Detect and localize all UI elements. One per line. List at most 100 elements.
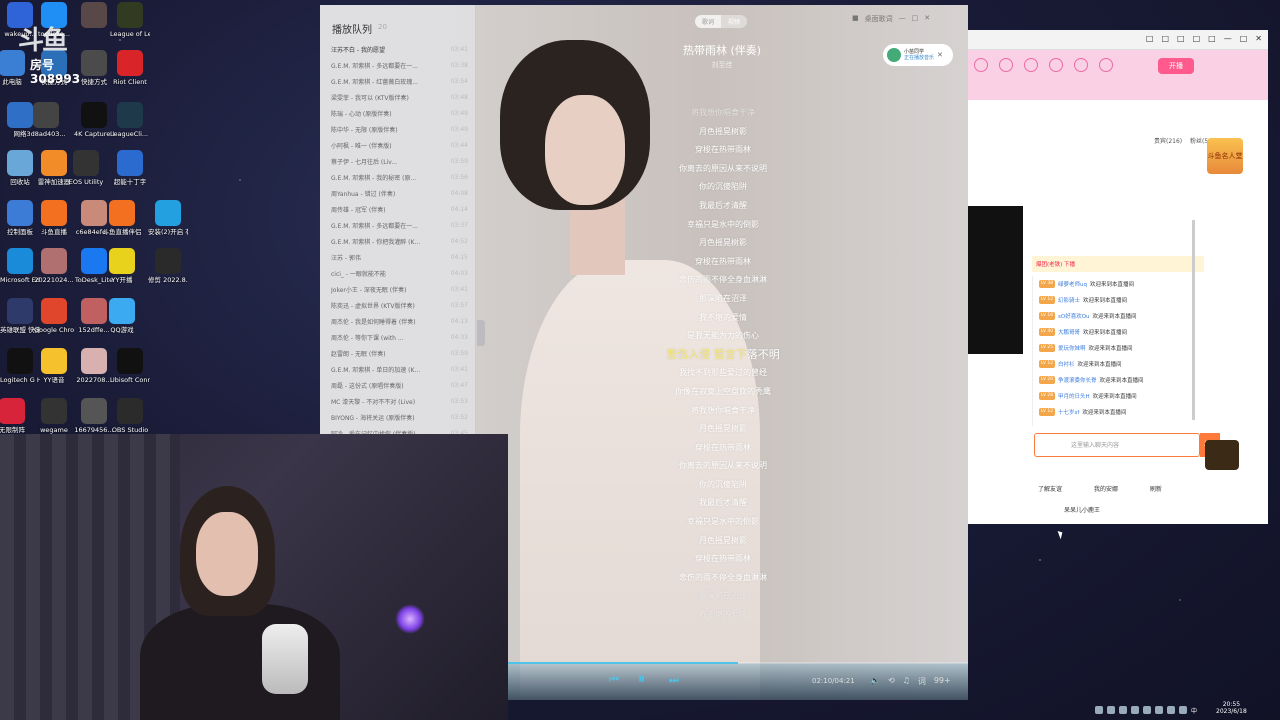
- browser-window-button[interactable]: □: [1161, 34, 1169, 43]
- queue-item[interactable]: G.E.M. 邓紫棋 - 多远都要在一... 03:38: [320, 57, 476, 73]
- desktop-shortcut[interactable]: Google Chrome: [34, 298, 74, 334]
- chat-input[interactable]: 这里输入聊天内容: [1034, 433, 1200, 457]
- chat-scrollbar[interactable]: [1192, 220, 1195, 420]
- desktop-shortcut[interactable]: 2022708...: [74, 348, 114, 384]
- friend-name[interactable]: 呆呆儿小鹿王: [1064, 505, 1198, 514]
- desktop-shortcut[interactable]: wegame: [34, 398, 74, 434]
- maximize-button[interactable]: □: [912, 14, 919, 24]
- chat-username[interactable]: 大鹏哥哥: [1058, 328, 1080, 336]
- queue-item[interactable]: BIYONG - 海将关运 (原版伴奏) 03:52: [320, 409, 476, 425]
- progress-bar[interactable]: [508, 662, 968, 664]
- desktop-shortcut[interactable]: League of Legends...: [110, 2, 150, 38]
- category-icon[interactable]: [999, 58, 1013, 72]
- browser-window-button[interactable]: □: [1208, 34, 1216, 43]
- browser-window-button[interactable]: □: [1193, 34, 1201, 43]
- desktop-shortcut[interactable]: 超能十丁字: [110, 150, 150, 186]
- desktop-shortcut[interactable]: [74, 2, 114, 30]
- chat-username[interactable]: 争渡滚委你长脊: [1058, 376, 1097, 384]
- queue-item[interactable]: 周Yanhua - 错过 (伴奏) 04:08: [320, 185, 476, 201]
- queue-item[interactable]: Joker小王 - 深夜无眠 (伴奏) 03:41: [320, 281, 476, 297]
- chat-username[interactable]: 十七岁sf: [1058, 408, 1079, 416]
- queue-item[interactable]: 周传雄 - 冠军 (伴奏) 04:14: [320, 201, 476, 217]
- refresh-button[interactable]: 刷新: [1150, 486, 1162, 493]
- queue-item[interactable]: 陈中华 - 无限 (原版伴奏) 03:49: [320, 121, 476, 137]
- queue-item[interactable]: 周磊 - 这份式 (原唱伴奏版) 03:47: [320, 377, 476, 393]
- desktop-shortcut[interactable]: Ubisoft Connect: [110, 348, 150, 384]
- desktop-shortcut[interactable]: YY语音: [34, 348, 74, 384]
- queue-item[interactable]: 周杰伦 - 我是如何睡得着 (伴奏) 04:13: [320, 313, 476, 329]
- desktop-shortcut[interactable]: 20221024...: [34, 248, 74, 284]
- minimize-button[interactable]: —: [899, 14, 906, 24]
- wifi-icon[interactable]: [1095, 706, 1103, 714]
- desktop-shortcut[interactable]: 斗鱼直播伴侣: [102, 200, 142, 236]
- app-tray-icon[interactable]: [1143, 706, 1151, 714]
- next-icon[interactable]: ⏭: [669, 673, 679, 687]
- desktop-shortcut[interactable]: 4K Capture Utility: [74, 102, 114, 138]
- skin-icon[interactable]: ■: [852, 14, 859, 24]
- chat-username[interactable]: 幻影骑士: [1058, 296, 1080, 304]
- queue-item[interactable]: 蔡子伊 - 七月往后 (Liv... 03:59: [320, 153, 476, 169]
- desktop-lyrics-button[interactable]: 桌面歌词: [865, 14, 893, 24]
- desktop-shortcut[interactable]: 无限制阵: [0, 398, 32, 434]
- chat-username[interactable]: 绿萝老师uq: [1058, 280, 1087, 288]
- chat-username[interactable]: 爱玩你妹啊: [1058, 344, 1086, 352]
- desktop-shortcut[interactable]: 斗鱼直播: [34, 200, 74, 236]
- app-tray-icon[interactable]: [1119, 706, 1127, 714]
- toast-status[interactable]: 正在播放音乐: [904, 55, 934, 61]
- desktop-shortcut[interactable]: EOS Utility: [66, 150, 106, 186]
- system-clock[interactable]: 20:55 2023/6/18: [1216, 701, 1247, 715]
- queue-item[interactable]: 汪苏 - 郭伟 04:15: [320, 249, 476, 265]
- queue-item[interactable]: 小阿枫 - 唯一 (伴奏版) 03:44: [320, 137, 476, 153]
- collapse-queue-handle[interactable]: [477, 320, 485, 346]
- hall-of-fame-badge[interactable]: 斗鱼名人堂: [1207, 138, 1243, 174]
- douyu-mascot-icon[interactable]: [1205, 440, 1239, 470]
- desktop-shortcut[interactable]: 16679456...: [74, 398, 114, 434]
- browser-window-button[interactable]: —: [1224, 34, 1232, 43]
- home-icon[interactable]: [974, 58, 988, 72]
- message-icon[interactable]: [1074, 58, 1088, 72]
- app-tray-icon[interactable]: [1131, 706, 1139, 714]
- tab-video[interactable]: 视频: [721, 15, 748, 28]
- playlist-count-button[interactable]: 99+: [934, 676, 951, 687]
- queue-item[interactable]: 周杰伦 - 等你下课 (with ... 04:33: [320, 329, 476, 345]
- chat-username[interactable]: sO好喜欢Ou: [1058, 312, 1090, 320]
- history-icon[interactable]: [1099, 58, 1113, 72]
- lyrics-toggle-button[interactable]: 词: [918, 676, 926, 687]
- desktop-shortcut[interactable]: LeagueCli... - 快捷方式: [110, 102, 150, 138]
- desktop-shortcut[interactable]: 3d8ad403...: [26, 102, 66, 138]
- start-stream-button[interactable]: 开播: [1158, 58, 1194, 74]
- follow-icon[interactable]: [1024, 58, 1038, 72]
- close-icon[interactable]: ✕: [937, 51, 943, 59]
- tab-lyrics[interactable]: 歌词: [695, 15, 722, 28]
- loop-icon[interactable]: ⟲: [888, 676, 895, 687]
- desktop-shortcut[interactable]: YY开播: [102, 248, 142, 284]
- download-icon[interactable]: [1049, 58, 1063, 72]
- queue-item[interactable]: 赵雷朗 - 无眠 (伴奏) 03:59: [320, 345, 476, 361]
- queue-item[interactable]: 汪苏不白 - 我的愿望 03:41: [320, 41, 476, 57]
- app-tray-icon[interactable]: [1179, 706, 1187, 714]
- chat-username[interactable]: 甲月的日头H: [1058, 392, 1090, 400]
- browser-window-button[interactable]: ✕: [1255, 34, 1262, 43]
- queue-item[interactable]: cici_ - 一眼就能不能 04:03: [320, 265, 476, 281]
- song-artist[interactable]: 刘至佳: [580, 60, 864, 70]
- queue-item[interactable]: G.E.M. 邓紫棋 - 红蔷薇白玫瑰... 03:54: [320, 73, 476, 89]
- queue-item[interactable]: G.E.M. 邓紫棋 - 你把我灌醉 (K... 04:52: [320, 233, 476, 249]
- volume-tray-icon[interactable]: [1107, 706, 1115, 714]
- queue-item[interactable]: 陈瑞 - 心动 (原版伴奏) 03:49: [320, 105, 476, 121]
- browser-window-button[interactable]: □: [1146, 34, 1154, 43]
- queue-item[interactable]: MC 漆天黎 - 不对不不对 (Live) 03:53: [320, 393, 476, 409]
- chat-username[interactable]: 白衬衫: [1058, 360, 1075, 368]
- queue-item[interactable]: G.E.M. 邓紫棋 - 单日的加速 (K... 03:41: [320, 361, 476, 377]
- desktop-shortcut[interactable]: OBS Studio: [110, 398, 150, 434]
- browser-window-button[interactable]: □: [1240, 34, 1248, 43]
- desktop-shortcut[interactable]: 安装(2)开启 有效通道网: [148, 200, 188, 236]
- app-tray-icon[interactable]: [1155, 706, 1163, 714]
- pause-icon[interactable]: ⏸: [638, 671, 645, 687]
- desktop-shortcut[interactable]: Riot Client: [110, 50, 150, 86]
- queue-item[interactable]: 梁雯菲 - 我可以 (KTV版伴奏) 03:48: [320, 89, 476, 105]
- close-button[interactable]: ✕: [924, 14, 930, 24]
- app-tray-icon[interactable]: [1167, 706, 1175, 714]
- browser-window-button[interactable]: □: [1177, 34, 1185, 43]
- desktop-shortcut[interactable]: 修剪 2022.8.su...: [148, 248, 188, 284]
- input-language[interactable]: 中: [1191, 706, 1197, 715]
